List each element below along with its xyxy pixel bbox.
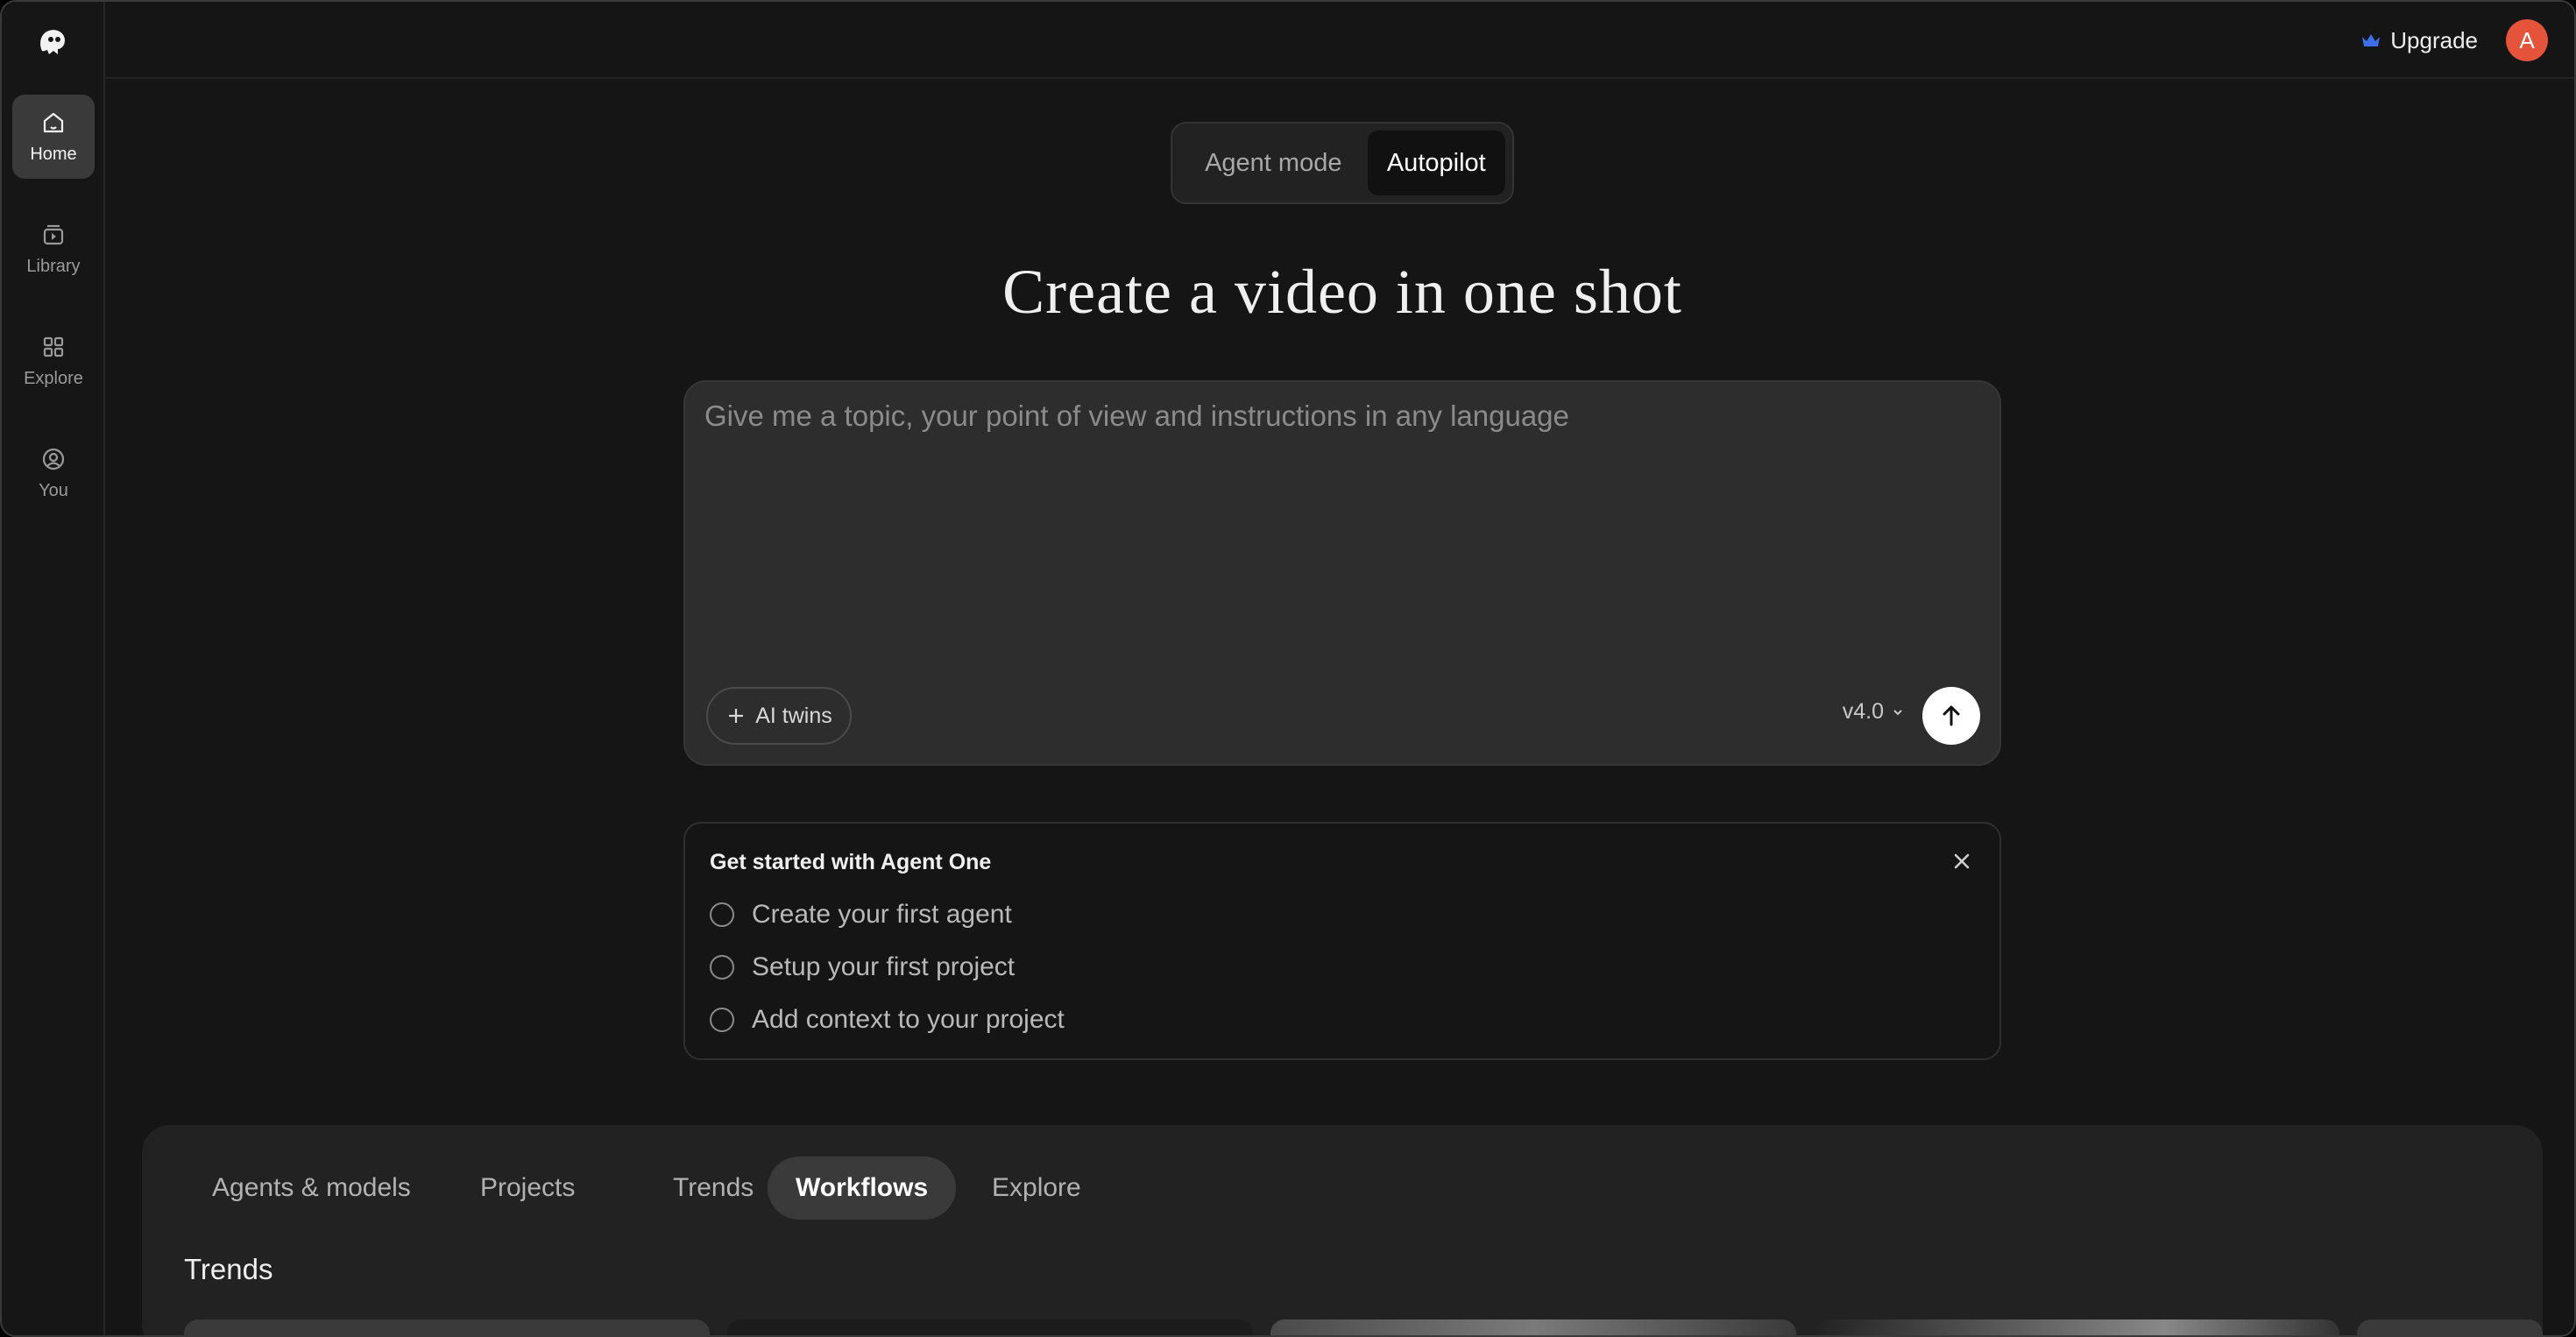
trend-card[interactable] (2357, 1319, 2543, 1335)
tab-agents-models[interactable]: Agents & models (184, 1157, 439, 1220)
prompt-input[interactable] (704, 400, 1975, 662)
trend-card[interactable] (727, 1319, 1253, 1335)
top-bar: Upgrade A (105, 2, 2574, 79)
version-select[interactable]: v4.0 (1843, 699, 1905, 725)
arrow-up-icon (1943, 705, 1960, 726)
tab-workflows[interactable]: Workflows (768, 1157, 957, 1220)
autopilot-button[interactable]: Autopilot (1367, 131, 1505, 195)
sidebar-item-home[interactable]: Home (12, 95, 95, 179)
upgrade-button[interactable]: Upgrade (2360, 25, 2478, 56)
library-icon (43, 224, 64, 244)
tab-trends[interactable]: Trends (645, 1157, 782, 1220)
section-title: Trends (184, 1253, 273, 1285)
grid-icon (43, 336, 64, 357)
home-icon (43, 112, 64, 132)
checklist-item-label: Create your first agent (752, 900, 1012, 929)
checkbox-circle[interactable] (710, 1008, 734, 1032)
ai-twins-label: AI twins (755, 703, 832, 728)
checklist-item[interactable]: Add context to your project (710, 1002, 1065, 1037)
checklist-item[interactable]: Setup your first project (710, 950, 1015, 985)
ai-twins-button[interactable]: AI twins (706, 687, 852, 745)
sidebar: Home Library Explore You (2, 2, 105, 1335)
checkbox-circle[interactable] (710, 902, 734, 927)
chevron-down-icon (1893, 709, 1902, 715)
logo-icon[interactable] (35, 25, 70, 60)
bottom-panel: Agents & models Projects Trends Workflow… (142, 1125, 2543, 1335)
trend-card[interactable] (1814, 1319, 2339, 1335)
avatar[interactable]: A (2506, 19, 2548, 61)
crown-icon (2362, 34, 2381, 46)
tab-projects[interactable]: Projects (452, 1157, 603, 1220)
trend-card[interactable] (1270, 1319, 1796, 1335)
prompt-box: AI twins v4.0 (683, 380, 2001, 766)
version-label: v4.0 (1842, 699, 1884, 724)
checklist-item[interactable]: Create your first agent (710, 897, 1012, 932)
mode-toggle: Agent mode Autopilot (1171, 122, 1514, 204)
get-started-card: Get started with Agent One Create your f… (683, 822, 2001, 1060)
get-started-title: Get started with Agent One (710, 850, 992, 874)
checkbox-circle[interactable] (710, 955, 734, 980)
sidebar-item-explore[interactable]: Explore (12, 319, 95, 403)
checklist-item-label: Setup your first project (752, 952, 1016, 981)
app-window: Home Library Explore You Upgrade A Agent… (0, 0, 2576, 1337)
sidebar-item-label: Home (30, 144, 77, 164)
plus-icon (729, 709, 744, 723)
user-icon (42, 448, 65, 470)
checklist-item-label: Add context to your project (752, 1005, 1065, 1034)
send-button[interactable] (1922, 687, 1980, 745)
agent-mode-button[interactable]: Agent mode (1179, 131, 1368, 195)
trend-card[interactable] (184, 1319, 710, 1335)
sidebar-item-label: Explore (24, 368, 83, 388)
sidebar-item-label: You (39, 480, 68, 500)
sidebar-item-you[interactable]: You (12, 431, 95, 515)
tab-explore[interactable]: Explore (964, 1157, 1109, 1220)
close-icon[interactable] (1950, 850, 1973, 873)
upgrade-label: Upgrade (2390, 26, 2478, 53)
page-title: Create a video in one shot (1002, 257, 1682, 327)
